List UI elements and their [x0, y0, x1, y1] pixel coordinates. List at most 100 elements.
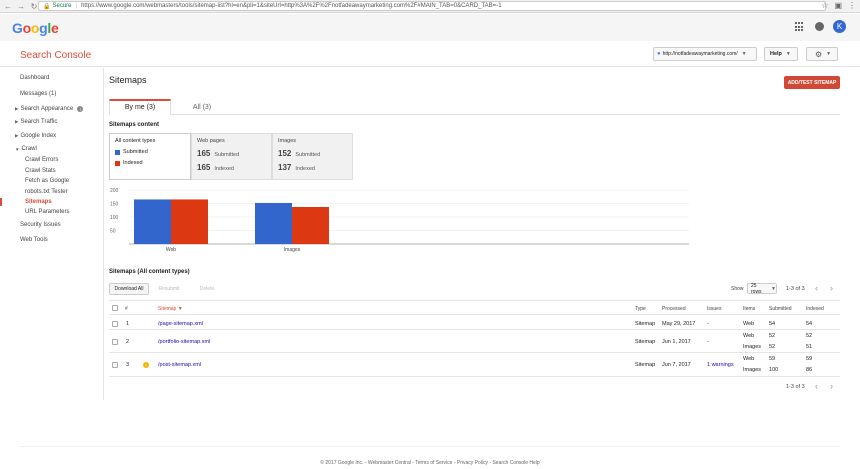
legend-indexed: Indexed: [115, 160, 143, 166]
col-type: Type: [635, 306, 646, 312]
col-issues: Issues: [707, 306, 722, 312]
notifications-icon[interactable]: [815, 22, 824, 31]
x-tick-label: Images: [284, 247, 301, 253]
chevron-down-icon: ▼: [785, 51, 791, 57]
next-page-icon[interactable]: ›: [830, 381, 833, 391]
logo-letter: G: [12, 20, 23, 36]
google-logo[interactable]: Google: [12, 20, 59, 36]
sidebar-item-sitemaps[interactable]: Sitemaps: [0, 197, 100, 207]
prev-page-icon[interactable]: ‹: [815, 381, 818, 391]
extension-icon[interactable]: ▣: [834, 1, 842, 10]
sidebar-item-google-index[interactable]: ▶ Google Index: [0, 131, 100, 141]
sidebar-item-robots-tester[interactable]: robots.txt Tester: [0, 187, 100, 197]
help-button[interactable]: Help ▼: [764, 47, 798, 61]
settings-button[interactable]: ⚙ ▼: [806, 47, 838, 61]
col-submitted: Submitted: [769, 306, 792, 312]
rows-per-page-select[interactable]: 25 rows ▼: [747, 283, 777, 295]
logo-letter: o: [30, 20, 40, 36]
y-tick-label: 50: [110, 229, 116, 235]
download-all-button[interactable]: Download All: [109, 283, 149, 295]
secure-label: Secure: [52, 3, 72, 9]
info-icon[interactable]: i: [77, 106, 84, 112]
sidebar-item-search-traffic[interactable]: ▶ Search Traffic: [0, 117, 100, 127]
sidebar-item-dashboard[interactable]: Dashboard: [0, 73, 100, 83]
triangle-right-icon: ▶: [15, 133, 19, 138]
sidebar-item-crawl-errors[interactable]: Crawl Errors: [0, 155, 100, 165]
back-icon[interactable]: ←: [3, 1, 13, 11]
resubmit-button[interactable]: Resubmit: [152, 283, 186, 295]
avatar[interactable]: K: [833, 20, 846, 33]
next-page-icon[interactable]: ›: [830, 283, 833, 293]
console-title[interactable]: Search Console: [20, 50, 91, 61]
tab-all[interactable]: All (3): [171, 99, 233, 115]
bar-indexed-web: [171, 199, 208, 244]
star-icon[interactable]: ☆: [821, 1, 828, 10]
bar-submitted-web: [134, 199, 171, 244]
tab-by-me[interactable]: By me (3): [109, 99, 171, 115]
show-label: Show: [731, 286, 744, 292]
sitemaps-table-label: Sitemaps (All content types): [109, 269, 190, 275]
submitted-swatch: [115, 149, 120, 155]
select-all-checkbox[interactable]: [112, 305, 118, 311]
apps-icon[interactable]: [795, 22, 805, 32]
add-test-sitemap-button[interactable]: ADD/TEST SITEMAP: [784, 76, 840, 89]
chevron-down-icon: ▼: [826, 51, 832, 57]
address-bar[interactable]: 🔒 Secure | https://www.google.com/webmas…: [38, 1, 826, 11]
gear-icon: ⚙: [815, 49, 823, 59]
sidebar-item-web-tools[interactable]: Web Tools: [0, 235, 100, 245]
sitemap-link[interactable]: /portfolio-sitemap.xml: [158, 339, 210, 345]
sidebar-item-url-parameters[interactable]: URL Parameters: [0, 207, 100, 217]
row-checkbox[interactable]: [112, 339, 118, 345]
web-pages-card[interactable]: Web pages 165 Submitted 165 Indexed: [191, 133, 272, 180]
triangle-right-icon: ▶: [15, 119, 19, 124]
row-checkbox[interactable]: [112, 321, 118, 327]
sidebar-item-crawl[interactable]: ▼ Crawl: [0, 144, 100, 154]
triangle-right-icon: ▶: [15, 106, 19, 111]
pager-range-top: 1-3 of 3: [786, 286, 805, 292]
prev-page-icon[interactable]: ‹: [815, 283, 818, 293]
forward-icon[interactable]: →: [16, 1, 26, 11]
col-indexed: Indexed: [806, 306, 824, 312]
sidebar-item-security-issues[interactable]: Security Issues: [0, 220, 100, 230]
warning-icon[interactable]: !: [143, 362, 149, 368]
lock-icon: 🔒: [43, 3, 51, 10]
sidebar-item-messages[interactable]: Messages (1): [0, 89, 100, 99]
menu-icon[interactable]: ⋮: [848, 1, 856, 10]
col-sitemap[interactable]: Sitemap ▼: [158, 306, 183, 312]
triangle-down-icon: ▼: [15, 146, 20, 152]
col-processed: Processed: [662, 306, 686, 312]
page-title: Sitemaps: [109, 75, 147, 85]
x-tick-label: Web: [166, 247, 176, 253]
url-text: https://www.google.com/webmasters/tools/…: [81, 3, 502, 9]
indexed-swatch: [115, 160, 120, 166]
chevron-down-icon: ▼: [741, 51, 747, 57]
col-num: #: [125, 306, 128, 312]
y-tick-label: 150: [110, 202, 119, 208]
col-items: Items: [743, 306, 756, 312]
logo-letter: e: [50, 20, 59, 36]
images-card[interactable]: Images 152 Submitted 137 Indexed: [272, 133, 353, 180]
sitemap-bar-chart: 50 100 150 200 Web Images: [110, 188, 689, 253]
y-tick-label: 100: [110, 215, 119, 221]
chevron-down-icon: ▼: [771, 285, 776, 292]
pager-range-bottom: 1-3 of 3: [786, 384, 805, 390]
sitemaps-content-label: Sitemaps content: [109, 122, 160, 128]
bar-submitted-images: [255, 202, 292, 244]
google-header: [0, 14, 860, 41]
logo-letter: o: [22, 20, 32, 36]
y-tick-label: 200: [110, 188, 119, 194]
content-type-legend[interactable]: All content types Submitted Indexed: [109, 133, 191, 180]
legend-submitted: Submitted: [115, 149, 148, 155]
warnings-link[interactable]: 1 warnings: [707, 362, 734, 368]
site-selector[interactable]: ● http://notfadeawaymarketing.com/ ▼: [653, 47, 757, 61]
row-checkbox[interactable]: [112, 362, 118, 368]
sidebar-item-crawl-stats[interactable]: Crawl Stats: [0, 166, 100, 176]
footer-links[interactable]: © 2017 Google Inc. - Webmaster Central -…: [0, 460, 860, 466]
sidebar-item-search-appearance[interactable]: ▶ Search Appearance i: [0, 104, 100, 114]
sitemap-link[interactable]: /page-sitemap.xml: [158, 321, 203, 327]
sidebar-item-fetch-as-google[interactable]: Fetch as Google: [0, 176, 100, 186]
tab-bar: By me (3) All (3): [109, 99, 840, 115]
sitemap-link[interactable]: /post-sitemap.xml: [158, 362, 201, 368]
globe-icon: ●: [657, 51, 661, 57]
delete-button[interactable]: Delete: [190, 283, 224, 295]
